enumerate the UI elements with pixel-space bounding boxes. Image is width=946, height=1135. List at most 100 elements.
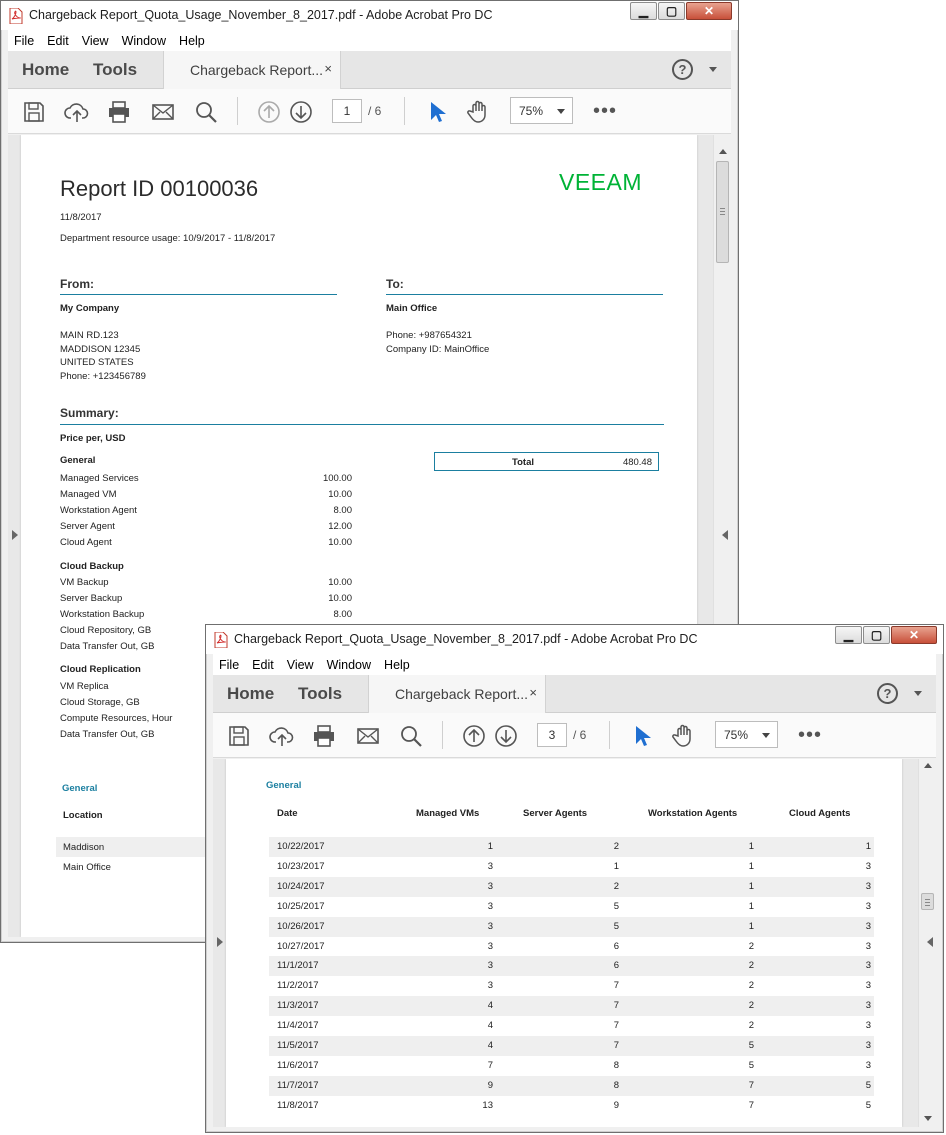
expand-left-panel-icon[interactable] [217, 937, 223, 947]
document-viewport[interactable]: General Date Managed VMs Server Agents Work… [213, 759, 936, 1127]
close-tab-icon[interactable]: × [529, 685, 537, 700]
title-bar[interactable]: Chargeback Report_Quota_Usage_November_8… [206, 625, 943, 654]
expand-right-panel-icon[interactable] [722, 530, 728, 540]
column-header[interactable]: Workstation Agents [648, 808, 737, 819]
mail-icon[interactable] [150, 99, 176, 125]
hand-icon[interactable] [466, 99, 492, 125]
more-icon[interactable]: ••• [798, 725, 822, 745]
minimize-button[interactable]: ▁ [630, 2, 657, 20]
menu-file[interactable]: File [219, 658, 239, 672]
count-cell: 7 [613, 1040, 619, 1051]
price-item-value: 12.00 [328, 521, 352, 532]
cloud-upload-icon[interactable] [269, 723, 295, 749]
count-cell: 1 [613, 860, 619, 872]
cursor-icon[interactable] [424, 99, 450, 125]
help-icon[interactable]: ? [672, 59, 693, 80]
print-icon[interactable] [311, 723, 337, 749]
zoom-value: 75% [519, 104, 544, 118]
to-heading: To: [386, 277, 404, 291]
column-header[interactable]: Managed VMs [416, 808, 479, 819]
scroll-up-icon[interactable] [924, 763, 932, 768]
page-number-input[interactable]: 3 [537, 723, 567, 747]
scroll-thumb[interactable] [921, 893, 934, 910]
count-cell: 3 [487, 880, 493, 892]
menu-window[interactable]: Window [327, 658, 371, 672]
arrow-up-circle-icon[interactable] [461, 723, 487, 749]
menu-file[interactable]: File [14, 34, 34, 48]
column-header[interactable]: Server Agents [523, 808, 587, 819]
arrow-down-circle-icon[interactable] [288, 99, 314, 125]
count-cell: 2 [748, 940, 754, 952]
table-row: 10/24/2017 3 2 1 3 [269, 876, 874, 897]
expand-right-panel-icon[interactable] [927, 937, 933, 947]
print-icon[interactable] [106, 99, 132, 125]
chevron-down-icon[interactable] [914, 691, 922, 696]
more-icon[interactable]: ••• [593, 101, 617, 121]
scroll-thumb[interactable] [716, 161, 729, 263]
hand-icon[interactable] [671, 723, 697, 749]
save-icon[interactable] [226, 723, 252, 749]
zoom-select[interactable]: 75% [510, 97, 573, 124]
tab-home[interactable]: Home [227, 684, 274, 704]
table-row: 10/23/2017 3 1 1 3 [269, 857, 874, 877]
scroll-up-icon[interactable] [719, 149, 727, 154]
menu-edit[interactable]: Edit [252, 658, 274, 672]
close-tab-icon[interactable]: × [324, 61, 332, 76]
zoom-select[interactable]: 75% [715, 721, 778, 748]
toolbar: 3 / 6 75% ••• [213, 713, 936, 758]
menu-edit[interactable]: Edit [47, 34, 69, 48]
count-cell: 1 [748, 920, 754, 932]
chevron-down-icon[interactable] [709, 67, 717, 72]
maximize-button[interactable]: ▢ [863, 626, 890, 644]
help-icon[interactable]: ? [877, 683, 898, 704]
cursor-icon[interactable] [629, 723, 655, 749]
tab-document[interactable]: Chargeback Report... × [163, 51, 341, 89]
price-item-label: Compute Resources, Hour [60, 713, 173, 724]
cloud-upload-icon[interactable] [64, 99, 90, 125]
title-bar[interactable]: Chargeback Report_Quota_Usage_November_8… [1, 1, 738, 30]
close-window-button[interactable]: ✕ [891, 626, 937, 644]
tab-home[interactable]: Home [22, 60, 69, 80]
arrow-up-circle-icon[interactable] [256, 99, 282, 125]
chevron-down-icon [762, 733, 770, 738]
count-cell: 3 [865, 860, 871, 872]
maximize-button[interactable]: ▢ [658, 2, 685, 20]
table-row: 10/25/2017 3 5 1 3 [269, 897, 874, 917]
menu-help[interactable]: Help [384, 658, 410, 672]
close-window-button[interactable]: ✕ [686, 2, 732, 20]
count-cell: 13 [482, 1099, 493, 1111]
table-section-title: General [266, 780, 302, 791]
chevron-down-icon [557, 109, 565, 114]
price-item-label: Cloud Agent [60, 537, 112, 548]
tab-tools[interactable]: Tools [93, 60, 137, 80]
price-item-label: Data Transfer Out, GB [60, 729, 155, 740]
menu-help[interactable]: Help [179, 34, 205, 48]
count-cell: 5 [748, 1059, 754, 1071]
table-row: 11/1/2017 3 6 2 3 [269, 956, 874, 977]
page-number-input[interactable]: 1 [332, 99, 362, 123]
menu-view[interactable]: View [82, 34, 109, 48]
search-icon[interactable] [398, 723, 424, 749]
minimize-button[interactable]: ▁ [835, 626, 862, 644]
tab-tools[interactable]: Tools [298, 684, 342, 704]
tab-document[interactable]: Chargeback Report... × [368, 675, 546, 713]
menu-window[interactable]: Window [122, 34, 166, 48]
menu-view[interactable]: View [287, 658, 314, 672]
document-tab-label: Chargeback Report... [190, 62, 324, 78]
mail-icon[interactable] [355, 723, 381, 749]
column-header[interactable]: Date [277, 808, 298, 819]
price-per-label: Price per, USD [60, 433, 126, 444]
search-icon[interactable] [193, 99, 219, 125]
price-item-value: 100.00 [322, 473, 352, 484]
table-row: 11/5/2017 4 7 5 3 [269, 1036, 874, 1056]
count-cell: 3 [865, 1020, 871, 1032]
general-section-link[interactable]: General [62, 783, 97, 794]
toolbar-divider [609, 721, 610, 749]
save-icon[interactable] [21, 99, 47, 125]
price-item-label: Workstation Agent [60, 505, 137, 516]
scroll-down-icon[interactable] [924, 1116, 932, 1121]
expand-left-panel-icon[interactable] [12, 530, 18, 540]
acrobat-window-front[interactable]: Chargeback Report_Quota_Usage_November_8… [205, 624, 944, 1133]
arrow-down-circle-icon[interactable] [493, 723, 519, 749]
column-header[interactable]: Cloud Agents [789, 808, 850, 819]
